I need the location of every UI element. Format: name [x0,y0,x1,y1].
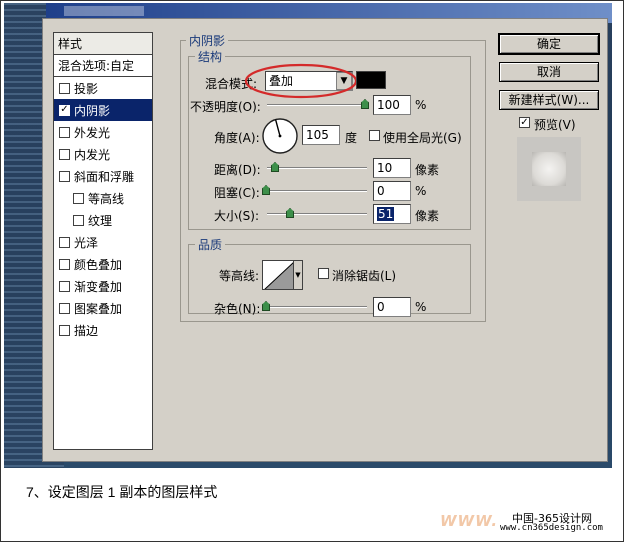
style-item[interactable]: 斜面和浮雕 [54,165,152,187]
angle-dial[interactable] [261,117,299,155]
noise-slider[interactable] [267,306,367,308]
style-item-label: 颜色叠加 [74,257,123,272]
antialias-checkbox[interactable] [318,268,329,279]
style-item-checkbox[interactable] [59,324,70,336]
style-item-label: 外发光 [74,125,111,140]
contour-dropdown-button[interactable]: ▼ [293,260,303,290]
preview-checkbox[interactable]: ✓ [519,117,530,128]
contour-picker[interactable] [262,260,294,290]
choke-label: 阻塞(C): [214,186,260,200]
style-item-label: 等高线 [88,191,125,206]
opacity-label: 不透明度(O): [190,100,261,114]
choke-unit: % [415,184,427,198]
style-item-checkbox[interactable] [59,236,70,248]
style-item-label: 图案叠加 [74,301,123,316]
distance-input[interactable]: 10 [373,158,411,178]
noise-unit: % [415,300,427,314]
opacity-slider[interactable] [267,104,367,106]
layer-style-dialog: 样式 混合选项:自定 投影 ✓ 内阴影外发光内发光斜面和浮雕等高线纹理光泽颜色叠加渐… [42,18,608,462]
style-item-checkbox[interactable] [73,192,84,204]
style-item-label: 光泽 [74,235,99,250]
preview-swatch [532,152,566,186]
new-style-button[interactable]: 新建样式(W)... [499,90,599,110]
style-item[interactable]: 等高线 [54,187,152,209]
preview-label[interactable]: 预览(V) [534,116,576,133]
antialias-label[interactable]: 消除锯齿(L) [332,267,396,284]
global-light-checkbox[interactable] [369,130,380,141]
style-item-label: 渐变叠加 [74,279,123,294]
angle-label: 角度(A): [214,131,260,145]
inner-shadow-title: 内阴影 [186,32,229,49]
size-slider[interactable] [267,213,367,215]
style-item[interactable]: 光泽 [54,231,152,253]
opacity-input[interactable]: 100 [373,95,411,115]
dialog-title-ghost [64,6,144,16]
structure-legend: 结构 [195,48,226,65]
contour-linear-icon [264,262,293,289]
shadow-color-swatch[interactable] [356,71,386,89]
size-unit: 像素 [415,209,440,223]
contour-label: 等高线: [219,269,260,283]
noise-label: 杂色(N): [214,302,261,316]
size-input[interactable]: 51 [373,204,411,224]
highlight-ellipse [244,63,358,99]
style-item[interactable]: 图案叠加 [54,297,152,319]
style-item-checkbox[interactable] [59,82,70,94]
chevron-down-icon: ▼ [295,271,301,279]
style-item-label: 斜面和浮雕 [74,169,135,184]
style-preview-thumbnail [517,137,581,201]
distance-unit: 像素 [415,163,440,177]
angle-unit: 度 [345,131,358,145]
choke-slider[interactable] [267,190,367,192]
style-item[interactable]: 内发光 [54,143,152,165]
distance-label: 距离(D): [214,163,261,177]
site-watermark: WWW. [440,512,499,530]
style-item-checkbox[interactable] [73,214,84,226]
style-item-checkbox[interactable]: ✓ [59,104,70,116]
style-item-checkbox[interactable] [59,170,70,182]
size-value-selected: 51 [377,207,395,221]
global-light-label[interactable]: 使用全局光(G) [383,129,462,146]
quality-legend: 品质 [195,236,226,253]
style-item[interactable]: 纹理 [54,209,152,231]
size-label: 大小(S): [214,209,260,223]
style-item-label: 纹理 [88,213,113,228]
opacity-unit: % [415,98,427,112]
style-item[interactable]: 颜色叠加 [54,253,152,275]
style-item[interactable]: 投影 [54,77,152,99]
noise-input[interactable]: 0 [373,297,411,317]
style-item-label: 投影 [74,81,99,96]
style-item-checkbox[interactable] [59,302,70,314]
style-item-checkbox[interactable] [59,148,70,160]
style-item[interactable]: 描边 [54,319,152,341]
brand-url: www.cn365design.com [500,523,603,533]
angle-input[interactable]: 105 [302,125,340,145]
style-item-checkbox[interactable] [59,126,70,138]
choke-input[interactable]: 0 [373,181,411,201]
style-item-checkbox[interactable] [59,258,70,270]
styles-list: 样式 混合选项:自定 投影 ✓ 内阴影外发光内发光斜面和浮雕等高线纹理光泽颜色叠加渐… [53,32,153,450]
tutorial-caption: 7、设定图层 1 副本的图层样式 [26,484,218,500]
cancel-button[interactable]: 取消 [499,62,599,82]
style-item-label: 内发光 [74,147,111,162]
ok-button[interactable]: 确定 [498,33,600,55]
style-item-checkbox[interactable] [59,280,70,292]
style-item[interactable]: ✓ 内阴影 [54,99,152,121]
style-item[interactable]: 渐变叠加 [54,275,152,297]
style-item-label: 描边 [74,323,99,338]
style-item[interactable]: 外发光 [54,121,152,143]
styles-header[interactable]: 样式 [54,33,152,55]
blending-options-item[interactable]: 混合选项:自定 [54,55,152,77]
style-item-label: 内阴影 [74,103,111,118]
distance-slider[interactable] [267,167,367,169]
